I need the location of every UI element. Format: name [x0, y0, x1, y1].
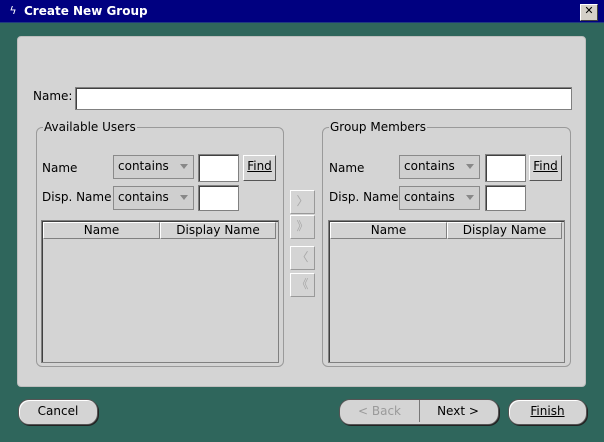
chevron-down-icon [466, 195, 474, 200]
available-disp-name-input[interactable] [198, 185, 239, 211]
available-name-input[interactable] [198, 154, 239, 182]
members-name-label: Name [329, 161, 365, 175]
available-name-filter-value: contains [118, 159, 169, 173]
available-users-title: Available Users [43, 120, 137, 134]
available-disp-filter-select[interactable]: contains [113, 186, 194, 210]
back-label: < Back [357, 404, 401, 418]
close-icon: ✕ [584, 4, 594, 17]
members-disp-name-input[interactable] [485, 185, 526, 211]
members-name-filter-value: contains [404, 159, 455, 173]
available-col-name[interactable]: Name [43, 222, 160, 239]
available-find-button[interactable]: Find [243, 155, 276, 181]
members-find-button[interactable]: Find [529, 155, 562, 181]
group-members-title: Group Members [329, 120, 427, 134]
chevron-down-icon [180, 164, 188, 169]
chevron-down-icon [466, 164, 474, 169]
finish-label: Finish [530, 404, 565, 418]
double-chevron-right-icon: 》 [296, 219, 309, 233]
finish-button[interactable]: Finish [508, 399, 587, 425]
chevron-right-icon: 〉 [296, 194, 309, 208]
window-title: Create New Group [24, 4, 148, 18]
members-disp-name-label: Disp. Name [329, 190, 399, 204]
next-button[interactable]: Next > [420, 400, 496, 422]
remove-all-button[interactable]: 《 [290, 273, 315, 297]
cancel-label: Cancel [37, 404, 79, 418]
next-label: Next > [437, 404, 479, 418]
group-name-label: Name: [33, 89, 73, 103]
close-button[interactable]: ✕ [580, 4, 598, 21]
available-name-filter-select[interactable]: contains [113, 155, 194, 179]
add-selected-button[interactable]: 〉 [290, 190, 315, 214]
add-all-button[interactable]: 》 [290, 215, 315, 239]
available-disp-filter-value: contains [118, 190, 169, 204]
app-icon: ϟ [9, 4, 17, 17]
title-bar[interactable]: ϟ Create New Group ✕ [0, 0, 604, 23]
back-button[interactable]: < Back [340, 400, 419, 422]
chevron-left-icon: 〈 [296, 250, 309, 264]
available-name-label: Name [42, 161, 78, 175]
chevron-down-icon [180, 195, 188, 200]
cancel-button[interactable]: Cancel [18, 399, 98, 425]
available-col-display-name[interactable]: Display Name [160, 222, 276, 239]
members-disp-filter-select[interactable]: contains [399, 186, 480, 210]
double-chevron-left-icon: 《 [296, 277, 309, 291]
group-members-table[interactable]: Name Display Name [328, 220, 565, 363]
members-find-label: Find [533, 159, 558, 173]
members-col-name[interactable]: Name [330, 222, 447, 239]
members-disp-filter-value: contains [404, 190, 455, 204]
available-disp-name-label: Disp. Name [42, 190, 112, 204]
available-find-label: Find [247, 159, 272, 173]
members-name-input[interactable] [485, 154, 526, 182]
wizard-nav-buttons: < Back Next > [339, 399, 499, 425]
remove-selected-button[interactable]: 〈 [290, 246, 315, 270]
members-col-display-name[interactable]: Display Name [447, 222, 562, 239]
available-users-table[interactable]: Name Display Name [41, 220, 279, 363]
group-name-input[interactable] [75, 87, 572, 110]
members-name-filter-select[interactable]: contains [399, 155, 480, 179]
